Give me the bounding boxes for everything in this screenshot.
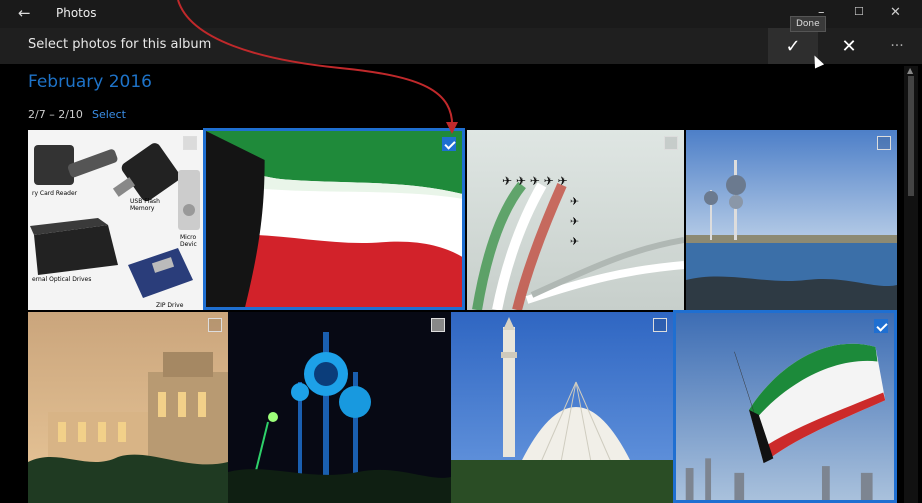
selection-checkbox[interactable] bbox=[442, 137, 456, 151]
close-icon: ✕ bbox=[841, 35, 857, 57]
selection-checkbox[interactable] bbox=[664, 136, 678, 150]
cancel-button[interactable]: ✕ bbox=[824, 28, 874, 64]
svg-text:✈: ✈ bbox=[570, 215, 579, 228]
app-title: Photos bbox=[56, 6, 97, 20]
title-bar: ← Photos – ☐ ✕ bbox=[0, 0, 922, 28]
storage-devices-photo bbox=[28, 130, 203, 310]
flag-kite-photo bbox=[676, 313, 894, 500]
maximize-icon[interactable]: ☐ bbox=[854, 5, 864, 18]
scrollbar[interactable]: ▲ bbox=[904, 66, 918, 503]
select-prompt: Select photos for this album bbox=[28, 37, 212, 52]
scroll-up-icon[interactable]: ▲ bbox=[907, 66, 913, 75]
done-tooltip: Done bbox=[790, 16, 826, 32]
scrollbar-thumb[interactable] bbox=[908, 76, 914, 196]
select-link[interactable]: Select bbox=[92, 108, 126, 121]
photo-tile-air-show[interactable]: ✈ ✈ ✈ ✈ ✈ ✈ ✈ ✈ bbox=[467, 130, 684, 310]
svg-text:✈: ✈ bbox=[570, 235, 579, 248]
back-arrow-icon[interactable]: ← bbox=[18, 4, 31, 22]
photo-caption: ry Card Reader bbox=[32, 190, 78, 197]
selection-checkbox[interactable] bbox=[877, 136, 891, 150]
month-heading: February 2016 bbox=[28, 72, 152, 92]
kuwait-flag-photo bbox=[206, 131, 462, 307]
selection-checkbox[interactable] bbox=[183, 136, 197, 150]
photo-tile-mosque[interactable] bbox=[451, 312, 673, 503]
checkmark-icon: ✓ bbox=[785, 35, 801, 57]
svg-text:✈: ✈ bbox=[570, 195, 579, 208]
photo-tile-kuwait-towers-night[interactable] bbox=[228, 312, 451, 503]
more-options-button[interactable]: ··· bbox=[872, 28, 922, 64]
selection-checkbox[interactable] bbox=[431, 318, 445, 332]
photo-tile-sunset-buildings[interactable] bbox=[28, 312, 228, 503]
sunset-buildings-photo bbox=[28, 312, 228, 503]
selection-checkbox[interactable] bbox=[874, 319, 888, 333]
command-bar: Select photos for this album ✓ ✕ ··· bbox=[0, 28, 922, 64]
air-show-photo: ✈ ✈ ✈ ✈ ✈ ✈ ✈ ✈ bbox=[467, 130, 684, 310]
photo-tile-flag-kite[interactable] bbox=[673, 310, 897, 503]
kuwait-towers-night-photo bbox=[228, 312, 451, 503]
photo-tile-kuwait-towers-day[interactable] bbox=[686, 130, 897, 310]
photo-caption: ZIP Drive bbox=[156, 302, 184, 309]
selection-checkbox[interactable] bbox=[653, 318, 667, 332]
svg-text:✈ ✈ ✈ ✈ ✈: ✈ ✈ ✈ ✈ ✈ bbox=[502, 174, 568, 188]
photo-tile-kuwait-flag[interactable] bbox=[203, 128, 465, 310]
photo-caption: ernal Optical Drives bbox=[32, 276, 92, 283]
photo-caption: USB Flash Memory bbox=[130, 198, 160, 212]
photo-tile-storage-devices[interactable]: ry Card Reader USB Flash Memory Micro De… bbox=[28, 130, 203, 310]
date-range: 2/7 – 2/10 bbox=[28, 108, 83, 121]
more-icon: ··· bbox=[890, 38, 904, 54]
selection-checkbox[interactable] bbox=[208, 318, 222, 332]
mosque-photo bbox=[451, 312, 673, 503]
kuwait-towers-day-photo bbox=[686, 130, 897, 310]
photo-caption: Micro Devic bbox=[180, 234, 197, 248]
close-window-icon[interactable]: ✕ bbox=[890, 5, 901, 20]
